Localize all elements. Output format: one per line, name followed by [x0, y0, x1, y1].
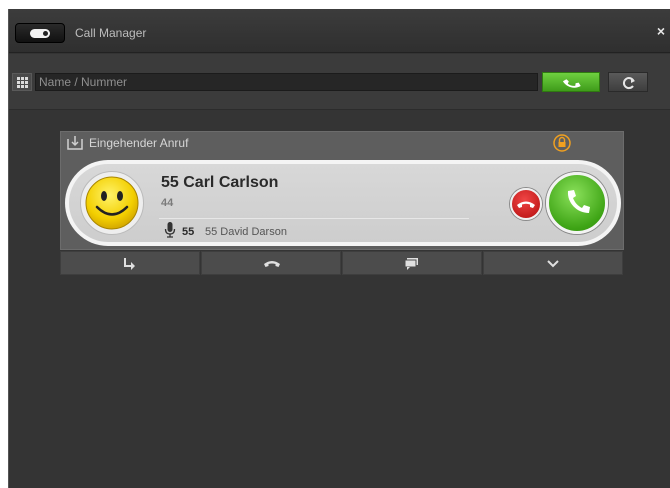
- chat-button[interactable]: [342, 251, 482, 275]
- toggle-icon: [30, 29, 50, 38]
- call-action-bar: [60, 251, 624, 275]
- smiley-icon: [85, 176, 139, 230]
- title-bar: Call Manager ×: [9, 9, 670, 53]
- accept-call-button[interactable]: [546, 172, 608, 234]
- caller-name: 55 Carl Carlson: [161, 174, 279, 191]
- phone-icon: [562, 79, 581, 88]
- refresh-icon: [622, 77, 635, 90]
- chevron-down-icon: [547, 260, 559, 268]
- more-button[interactable]: [483, 251, 623, 275]
- phone-icon: [567, 190, 590, 213]
- decline-call-button[interactable]: [510, 188, 542, 220]
- dialpad-icon[interactable]: [12, 73, 32, 91]
- download-icon: [67, 136, 83, 150]
- dial-button[interactable]: [542, 72, 600, 92]
- toggle-button[interactable]: [15, 23, 65, 43]
- call-card-body: 55 Carl Carlson 44 55 55 David Darson: [69, 164, 617, 242]
- forward-button[interactable]: [60, 251, 200, 275]
- forward-icon: [124, 258, 135, 270]
- avatar: [80, 171, 144, 235]
- hangup-button[interactable]: [201, 251, 341, 275]
- phone-hangup-icon: [264, 261, 280, 267]
- search-input[interactable]: [35, 73, 538, 91]
- chat-icon: [404, 258, 418, 270]
- search-bar: [9, 54, 670, 110]
- window-title: Call Manager: [75, 26, 147, 40]
- divider: [159, 218, 469, 219]
- call-card: 55 Carl Carlson 44 55 55 David Darson: [65, 160, 621, 246]
- microphone-icon: [164, 222, 176, 238]
- call-header-label: Eingehender Anruf: [89, 136, 189, 150]
- caller-number: 44: [161, 197, 174, 209]
- callee-name: 55 David Darson: [205, 226, 287, 238]
- lock-icon[interactable]: [553, 134, 571, 152]
- close-button[interactable]: ×: [653, 22, 669, 40]
- callee-extension: 55: [182, 226, 195, 238]
- incoming-call-panel: Eingehender Anruf 55 Carl Carlson 44 55 …: [60, 131, 624, 250]
- phone-hangup-icon: [517, 201, 535, 208]
- refresh-button[interactable]: [608, 72, 648, 92]
- call-manager-window: Call Manager × Eingehender Anruf: [8, 9, 670, 488]
